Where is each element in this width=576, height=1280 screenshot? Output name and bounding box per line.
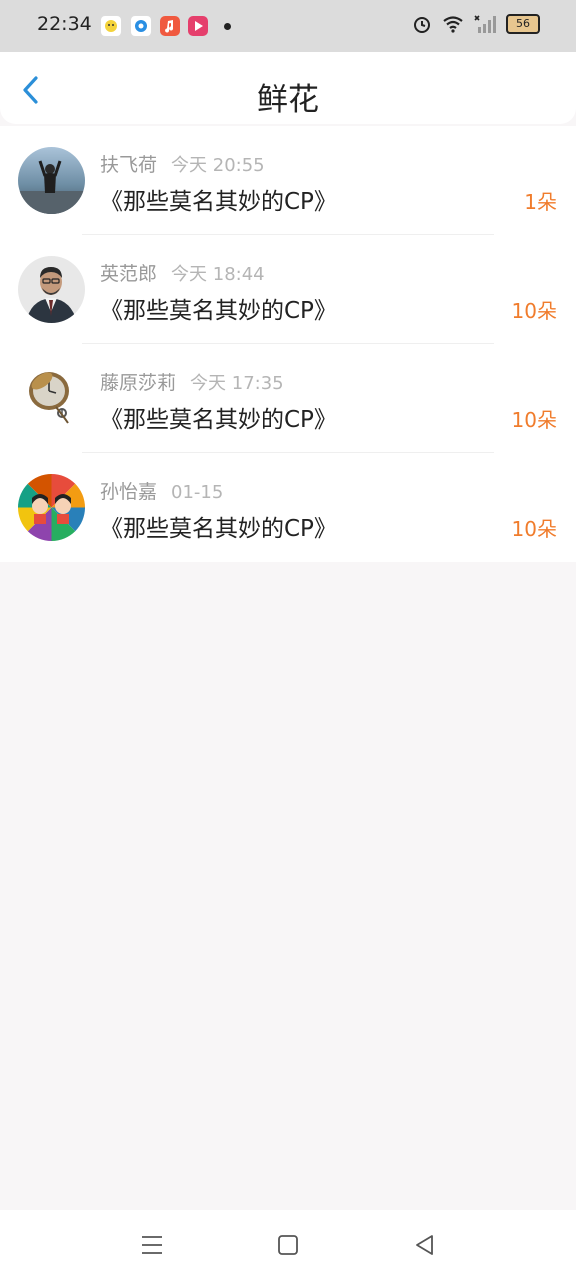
home-square-icon[interactable] [275, 1232, 301, 1258]
browser-notification-icon [130, 15, 152, 37]
avatar[interactable] [18, 365, 85, 432]
send-time: 01-15 [171, 482, 224, 503]
list-item[interactable]: 扶飞荷 今天 20:55 《那些莫名其妙的CP》 1朵 [0, 126, 576, 235]
battery-level: 56 [516, 17, 530, 30]
avatar[interactable] [18, 474, 85, 541]
status-bar: 22:34 56 [0, 0, 576, 52]
battery-icon: 56 [506, 14, 540, 34]
music-notification-icon [160, 16, 180, 36]
book-title: 《那些莫名其妙的CP》 [100, 298, 337, 324]
wifi-icon [443, 16, 463, 33]
book-title: 《那些莫名其妙的CP》 [100, 407, 337, 433]
flower-count: 10朵 [511, 299, 557, 323]
user-name: 扶飞荷 [100, 154, 158, 176]
back-triangle-icon[interactable] [412, 1232, 438, 1258]
flower-count: 1朵 [524, 190, 557, 214]
user-name-row: 英范郎 今天 18:44 [100, 259, 265, 286]
list-item[interactable]: 孙怡嘉 01-15 《那些莫名其妙的CP》 10朵 [0, 453, 576, 562]
flower-count: 10朵 [511, 517, 557, 541]
list-item[interactable]: 藤原莎莉 今天 17:35 《那些莫名其妙的CP》 10朵 [0, 344, 576, 453]
video-notification-icon [188, 16, 208, 36]
flower-record-list: 扶飞荷 今天 20:55 《那些莫名其妙的CP》 1朵 英范郎 今天 18:44 《… [0, 126, 576, 562]
avatar[interactable] [18, 256, 85, 323]
user-name: 英范郎 [100, 263, 158, 285]
user-name: 藤原莎莉 [100, 372, 177, 394]
avatar[interactable] [18, 147, 85, 214]
header: 鲜花 [0, 52, 576, 124]
send-time: 今天 17:35 [190, 373, 284, 394]
system-icons: 56 [412, 14, 540, 34]
status-time: 22:34 [37, 13, 92, 35]
flower-count: 10朵 [511, 408, 557, 432]
more-notifications-dot [224, 22, 231, 30]
send-time: 今天 18:44 [171, 264, 265, 285]
send-time: 今天 20:55 [171, 155, 265, 176]
system-navigation-bar [0, 1210, 576, 1280]
list-item[interactable]: 英范郎 今天 18:44 《那些莫名其妙的CP》 10朵 [0, 235, 576, 344]
user-name: 孙怡嘉 [100, 481, 158, 503]
user-name-row: 扶飞荷 今天 20:55 [100, 150, 265, 177]
page-title: 鲜花 [257, 82, 319, 118]
book-title: 《那些莫名其妙的CP》 [100, 516, 337, 542]
alarm-icon [414, 17, 430, 33]
user-name-row: 藤原莎莉 今天 17:35 [100, 368, 284, 395]
signal-icon [474, 15, 496, 33]
book-title: 《那些莫名其妙的CP》 [100, 189, 337, 215]
menu-icon[interactable] [139, 1232, 165, 1258]
app-notification-icon [100, 15, 122, 37]
notification-icons [100, 15, 231, 37]
user-name-row: 孙怡嘉 01-15 [100, 477, 223, 504]
